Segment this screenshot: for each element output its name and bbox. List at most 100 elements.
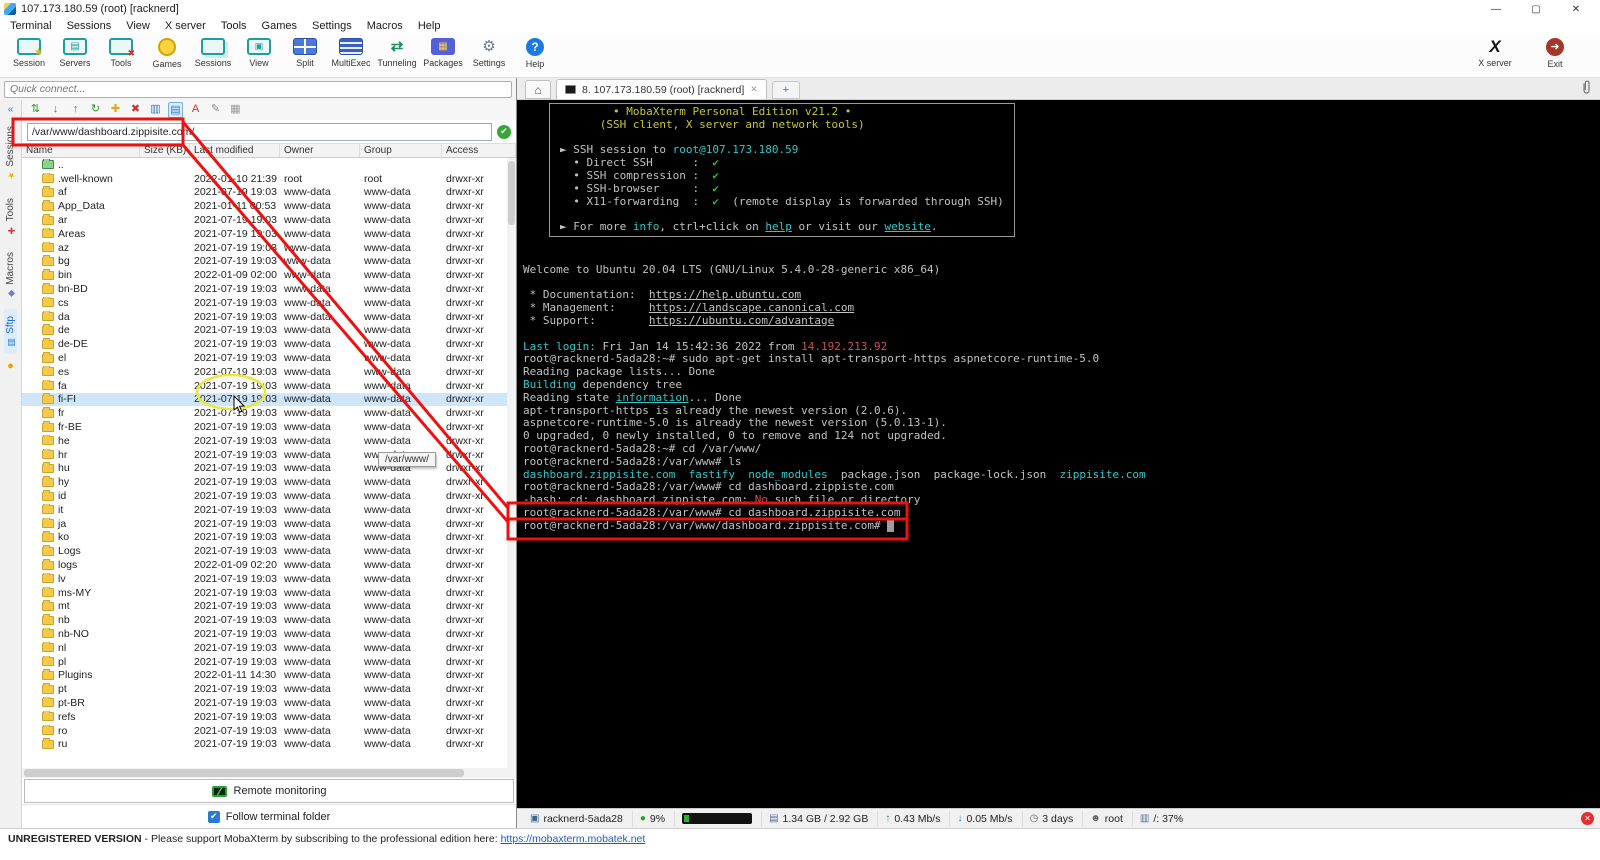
attachments-icon[interactable] <box>1580 80 1592 100</box>
column-header-group[interactable]: Group <box>360 144 442 157</box>
file-row[interactable]: bin 2022-01-09 02:00 www-data www-data drwxr… <box>22 268 516 282</box>
file-row[interactable]: af 2021-07-19 19:03 www-data www-data drwxr-… <box>22 186 516 200</box>
toolbar-games[interactable]: Games <box>144 37 190 69</box>
file-row[interactable]: de-DE 2021-07-19 19:03 www-data www-data drw… <box>22 337 516 351</box>
file-row[interactable]: Areas 2021-07-19 19:03 www-data www-data drw… <box>22 227 516 241</box>
column-header-owner[interactable]: Owner <box>280 144 360 157</box>
file-row[interactable]: hu 2021-07-19 19:03 www-data www-data drwxr-… <box>22 462 516 476</box>
file-row[interactable]: pt 2021-07-19 19:03 www-data www-data drwxr-… <box>22 682 516 696</box>
list-view-icon[interactable]: ▤ <box>168 102 183 118</box>
file-row[interactable]: pl 2021-07-19 19:03 www-data www-data drwxr-… <box>22 655 516 669</box>
toolbar-multiexec[interactable]: MultiExec <box>328 37 374 69</box>
menu-sessions[interactable]: Sessions <box>67 20 112 32</box>
sftp-path-input[interactable] <box>27 122 492 141</box>
copy-icon[interactable]: ▥ <box>148 102 163 118</box>
file-row[interactable]: ja 2021-07-19 19:03 www-data www-data drwxr-… <box>22 517 516 531</box>
upload-icon[interactable]: ↑ <box>68 102 83 118</box>
file-row[interactable]: Logs 2021-07-19 19:03 www-data www-data drwx… <box>22 544 516 558</box>
file-row[interactable]: nb-NO 2021-07-19 19:03 www-data www-data drw… <box>22 627 516 641</box>
terminal-tab[interactable]: 8. 107.173.180.59 (root) [racknerd] ✕ <box>556 79 767 99</box>
file-row[interactable]: bg 2021-07-19 19:03 www-data www-data drwxr-… <box>22 255 516 269</box>
file-row[interactable]: he 2021-07-19 19:03 www-data www-data drwxr-… <box>22 434 516 448</box>
file-row[interactable]: hy 2021-07-19 19:03 www-data www-data drwxr-… <box>22 475 516 489</box>
column-header-name[interactable]: Name <box>22 144 140 157</box>
quick-connect-input[interactable] <box>4 80 512 98</box>
toolbar-sessions[interactable]: Sessions <box>190 37 236 69</box>
toolbar-help[interactable]: ? Help <box>512 37 558 69</box>
toolbar-x-server[interactable]: X X server <box>1472 37 1518 69</box>
menu-settings[interactable]: Settings <box>312 20 352 32</box>
file-row[interactable]: ro 2021-07-19 19:03 www-data www-data drwxr-… <box>22 724 516 738</box>
file-table-header[interactable]: Name Size (KB) Last modified Owner Group Acce… <box>22 143 516 158</box>
home-tab-button[interactable]: ⌂ <box>525 80 551 99</box>
file-row[interactable]: fi-FI 2021-07-19 19:03 www-data www-data drw… <box>22 392 516 407</box>
image-icon[interactable]: ▦ <box>228 102 243 118</box>
delete-icon[interactable]: ✖ <box>128 102 143 118</box>
new-tab-button[interactable]: + <box>771 81 800 99</box>
sidebar-tab-macros[interactable]: ◆ Macros <box>4 245 17 305</box>
sidebar-tab-sessions[interactable]: ★ Sessions <box>4 119 17 187</box>
status-close-icon[interactable]: ✕ <box>1581 812 1594 825</box>
toolbar-settings[interactable]: ⚙ Settings <box>466 37 512 69</box>
column-header-access[interactable]: Access <box>442 144 516 157</box>
toolbar-tools[interactable]: Tools <box>98 37 144 69</box>
footer-link[interactable]: https://mobaxterm.mobatek.net <box>501 833 646 845</box>
toolbar-split[interactable]: Split <box>282 37 328 69</box>
menu-view[interactable]: View <box>126 20 150 32</box>
menu-games[interactable]: Games <box>262 20 297 32</box>
menu-tools[interactable]: Tools <box>221 20 247 32</box>
file-list-scrollbar[interactable] <box>507 158 516 768</box>
terminal[interactable]: • MobaXterm Personal Edition v21.2 • (SS… <box>517 100 1600 808</box>
toolbar-tunneling[interactable]: ⇄ Tunneling <box>374 37 420 69</box>
file-row[interactable]: ko 2021-07-19 19:03 www-data www-data drwxr-… <box>22 531 516 545</box>
menu-macros[interactable]: Macros <box>367 20 403 32</box>
toolbar-servers[interactable]: Servers <box>52 37 98 69</box>
follow-terminal-folder-checkbox[interactable]: ✔ <box>207 810 220 823</box>
sidebar-tab-tools[interactable]: ✚ Tools <box>4 191 17 241</box>
file-row[interactable]: hr 2021-07-19 19:03 www-data www-data drwxr-… <box>22 448 516 462</box>
file-row[interactable]: da 2021-07-19 19:03 www-data www-data drwxr-… <box>22 310 516 324</box>
new-folder-icon[interactable]: ✚ <box>108 102 123 118</box>
collapse-sidebar-icon[interactable]: « <box>8 104 14 115</box>
file-row[interactable]: ru 2021-07-19 19:03 www-data www-data drwxr-… <box>22 737 516 751</box>
file-row[interactable]: fa 2021-07-19 19:03 www-data www-data drwxr-… <box>22 379 516 393</box>
file-row[interactable]: ms-MY 2021-07-19 19:03 www-data www-data drw… <box>22 586 516 600</box>
file-row[interactable]: az 2021-07-19 19:03 www-data www-data drwxr-… <box>22 241 516 255</box>
file-row[interactable]: es 2021-07-19 19:03 www-data www-data drwxr-… <box>22 365 516 379</box>
toolbar-session[interactable]: Session <box>6 37 52 69</box>
file-row[interactable]: ar 2021-07-19 19:03 www-data www-data drwxr-… <box>22 213 516 227</box>
edit-icon[interactable]: ✎ <box>208 102 223 118</box>
file-list-hscrollbar[interactable] <box>22 768 516 778</box>
file-row[interactable]: bn-BD 2021-07-19 19:03 www-data www-data drw… <box>22 282 516 296</box>
file-row[interactable]: nb 2021-07-19 19:03 www-data www-data drwxr-… <box>22 613 516 627</box>
file-row[interactable]: pt-BR 2021-07-19 19:03 www-data www-data drw… <box>22 696 516 710</box>
close-button[interactable]: ✕ <box>1556 1 1596 18</box>
file-row[interactable]: de 2021-07-19 19:03 www-data www-data drwxr-… <box>22 324 516 338</box>
file-list-scrollbar-thumb[interactable] <box>508 161 515 225</box>
file-row[interactable]: logs 2022-01-09 02:20 www-data www-data drwx… <box>22 558 516 572</box>
toolbar-view[interactable]: View <box>236 37 282 69</box>
menu-terminal[interactable]: Terminal <box>10 20 52 32</box>
file-row[interactable]: mt 2021-07-19 19:03 www-data www-data drwxr-… <box>22 600 516 614</box>
column-header-last-modified[interactable]: Last modified <box>190 144 280 157</box>
menu-x-server[interactable]: X server <box>165 20 206 32</box>
toolbar-packages[interactable]: ▦ Packages <box>420 37 466 69</box>
minimize-button[interactable]: — <box>1476 1 1516 18</box>
download-icon[interactable]: ↓ <box>48 102 63 118</box>
toolbar-exit[interactable]: ➜ Exit <box>1532 37 1578 69</box>
file-row[interactable]: lv 2021-07-19 19:03 www-data www-data drwxr-… <box>22 572 516 586</box>
encoding-icon[interactable]: A <box>188 102 203 118</box>
transfer-icon[interactable]: ⇅ <box>28 102 43 118</box>
maximize-button[interactable]: ▢ <box>1516 1 1556 18</box>
file-row[interactable]: Plugins 2022-01-11 14:30 www-data www-data d… <box>22 668 516 682</box>
file-row[interactable]: refs 2021-07-19 19:03 www-data www-data drwx… <box>22 710 516 724</box>
sidebar-tab-sftp[interactable]: ▤ Sftp <box>4 308 17 354</box>
file-row[interactable]: fr-BE 2021-07-19 19:03 www-data www-data drw… <box>22 420 516 434</box>
tab-close-icon[interactable]: ✕ <box>750 84 758 95</box>
taskbar-widget[interactable] <box>682 813 753 824</box>
column-header-size-kb-[interactable]: Size (KB) <box>140 144 190 157</box>
remote-monitoring-button[interactable]: Remote monitoring <box>24 779 514 803</box>
file-row[interactable]: nl 2021-07-19 19:03 www-data www-data drwxr-… <box>22 641 516 655</box>
file-row[interactable]: fr 2021-07-19 19:03 www-data www-data drwxr-… <box>22 406 516 420</box>
file-row[interactable]: .. <box>22 158 516 172</box>
